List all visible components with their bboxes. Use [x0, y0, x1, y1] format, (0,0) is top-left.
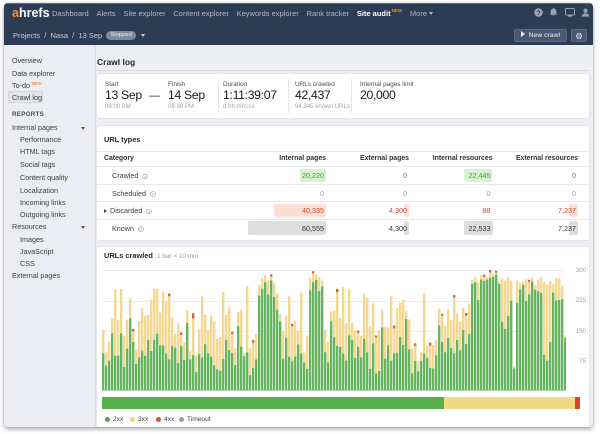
svg-text:?: ?	[536, 10, 540, 17]
